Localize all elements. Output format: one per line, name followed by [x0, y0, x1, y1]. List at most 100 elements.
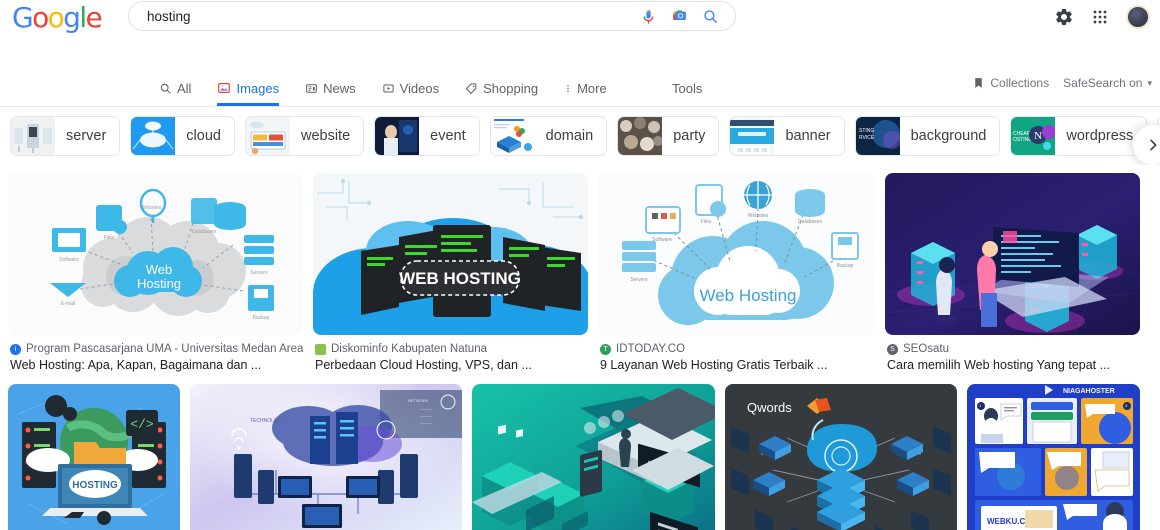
gear-icon[interactable] [1054, 7, 1074, 27]
search-bar[interactable] [128, 1, 736, 31]
search-icon[interactable] [702, 8, 719, 25]
chip-party[interactable]: party [617, 116, 720, 156]
logo-letter: g [63, 0, 81, 34]
tab-shopping[interactable]: Shopping [452, 70, 551, 106]
chip-server[interactable]: server [10, 116, 121, 156]
svg-text:STING: STING [859, 128, 874, 134]
chip-banner[interactable]: banner [729, 116, 845, 156]
svg-text:Backup: Backup [253, 315, 270, 321]
image-result-card[interactable]: </> HOSTING designed by freepik [8, 384, 180, 530]
svg-text:HOSTING: HOSTING [72, 480, 118, 491]
chip-thumbnail [11, 117, 55, 155]
chip-website[interactable]: website [244, 116, 365, 156]
svg-text:Files: Files [104, 235, 115, 241]
favicon-icon: S [887, 343, 898, 355]
image-result-card[interactable]: Qwords [725, 384, 957, 530]
safesearch-label: SafeSearch on [1063, 76, 1143, 90]
tab-more[interactable]: More [551, 70, 620, 106]
source-label: SEOsatu [903, 343, 950, 355]
result-title[interactable]: 9 Layanan Web Hosting Gratis Terbaik ... [600, 358, 875, 372]
svg-text:Web: Web [146, 262, 173, 277]
result-thumbnail[interactable]: Qwords [725, 384, 957, 530]
svg-text:Files: Files [701, 219, 712, 225]
image-result-card[interactable]: Web Hosting [8, 173, 303, 372]
svg-text:———: ——— [420, 420, 432, 425]
image-result-card[interactable]: NETWORK ——— ——— ——— TECHNOLOGY [190, 384, 462, 530]
blue-laptop-hosting: </> HOSTING designed by freepik [8, 384, 180, 530]
chip-label: server [66, 128, 107, 144]
svg-text:Websites: Websites [748, 213, 769, 219]
tab-videos[interactable]: Videos [369, 70, 453, 106]
result-thumbnail[interactable]: Web Hosting [8, 173, 303, 335]
chip-label: website [300, 128, 351, 144]
result-thumbnail[interactable]: WEB HOSTING [313, 173, 588, 335]
niagahoster-comic: NIAGAHOSTER 123 [967, 384, 1140, 530]
result-thumbnail[interactable]: Web Hosting [598, 173, 875, 335]
svg-text:OSTING: OSTING [1013, 137, 1032, 143]
image-result-card[interactable]: NIAGAHOSTER 123 [967, 384, 1140, 530]
safesearch-dropdown[interactable]: SafeSearch on ▾ [1063, 76, 1152, 90]
tab-label: Images [236, 80, 280, 96]
svg-text:TECHNOLOGY: TECHNOLOGY [250, 418, 286, 424]
favicon-icon: T [600, 343, 611, 355]
tab-label: Videos [399, 80, 440, 96]
svg-text:Hosting: Hosting [137, 276, 181, 291]
chip-wordpress[interactable]: CHEAP OSTING N wordpress [1010, 116, 1148, 156]
svg-text:N: N [1034, 130, 1042, 142]
collections-button[interactable]: Collections [972, 76, 1049, 90]
dark-qwords-cloud: Qwords [725, 384, 957, 530]
image-result-card[interactable]: WEB HOSTING Diskominfo Kabupaten Natuna … [313, 173, 588, 372]
result-thumbnail[interactable] [885, 173, 1140, 335]
google-lens-icon[interactable] [671, 8, 688, 25]
logo-letter: G [12, 0, 34, 34]
logo-letter: e [85, 0, 103, 34]
result-title[interactable]: Cara memilih Web hosting Yang tepat ... [887, 358, 1140, 372]
result-thumbnail[interactable]: NETWORK ——— ——— ——— TECHNOLOGY [190, 384, 462, 530]
search-nav: All Images News Videos Shopping More Too… [0, 70, 1160, 107]
tab-images[interactable]: Images [204, 70, 292, 106]
related-searches-chips: server cloud website event domain party … [0, 107, 1160, 165]
tab-label: Shopping [483, 80, 539, 96]
svg-text:———: ——— [420, 413, 432, 418]
svg-text:Software: Software [59, 257, 79, 263]
video-icon [382, 83, 394, 93]
image-result-card[interactable] [472, 384, 715, 530]
dark-servers-blue-cloud: WEB HOSTING [313, 173, 588, 335]
result-thumbnail[interactable]: NIAGAHOSTER 123 [967, 384, 1140, 530]
chip-thumbnail [375, 117, 420, 155]
svg-text:Servers: Servers [630, 277, 648, 283]
svg-text:Backup: Backup [837, 263, 854, 269]
apps-grid-icon[interactable] [1090, 7, 1110, 27]
logo-letter: o [47, 0, 65, 34]
chip-cloud[interactable]: cloud [130, 116, 235, 156]
qwords-wordmark: Qwords [747, 400, 792, 415]
result-source: S SEOsatu [887, 343, 1140, 355]
search-input[interactable] [129, 8, 640, 24]
result-thumbnail[interactable] [472, 384, 715, 530]
microphone-icon[interactable] [640, 8, 657, 25]
tools-button[interactable]: Tools [672, 70, 702, 106]
google-logo[interactable]: Google [12, 0, 112, 34]
result-source: i Program Pascasarjana UMA - Universitas… [10, 343, 303, 355]
tab-news[interactable]: News [292, 70, 369, 106]
svg-text:Databases: Databases [798, 219, 822, 225]
chip-thumbnail [131, 117, 176, 155]
tab-label: All [177, 80, 192, 96]
chip-background[interactable]: STING RVICE background [854, 116, 1001, 156]
image-result-card[interactable]: Web Hosting [598, 173, 875, 372]
image-result-card[interactable]: S SEOsatu Cara memilih Web hosting Yang … [885, 173, 1140, 372]
result-thumbnail[interactable]: </> HOSTING designed by freepik [8, 384, 180, 530]
result-title[interactable]: Web Hosting: Apa, Kapan, Bagaimana dan .… [10, 358, 303, 372]
chip-domain[interactable]: domain [489, 116, 608, 156]
svg-text:Servers: Servers [250, 270, 268, 276]
pastel-cloud-network: NETWORK——— —————— TECHNOLOGY [190, 384, 462, 530]
chip-event[interactable]: event [374, 116, 480, 156]
svg-text:RVICE: RVICE [859, 135, 875, 141]
teal-isometric-city [472, 384, 715, 530]
svg-text:Databases: Databases [192, 229, 216, 235]
chip-label: domain [545, 128, 594, 144]
chip-list: server cloud website event domain party … [0, 116, 1160, 156]
tab-all[interactable]: All [146, 70, 204, 106]
account-avatar[interactable] [1126, 4, 1150, 29]
result-title[interactable]: Perbedaan Cloud Hosting, VPS, dan ... [315, 358, 588, 372]
